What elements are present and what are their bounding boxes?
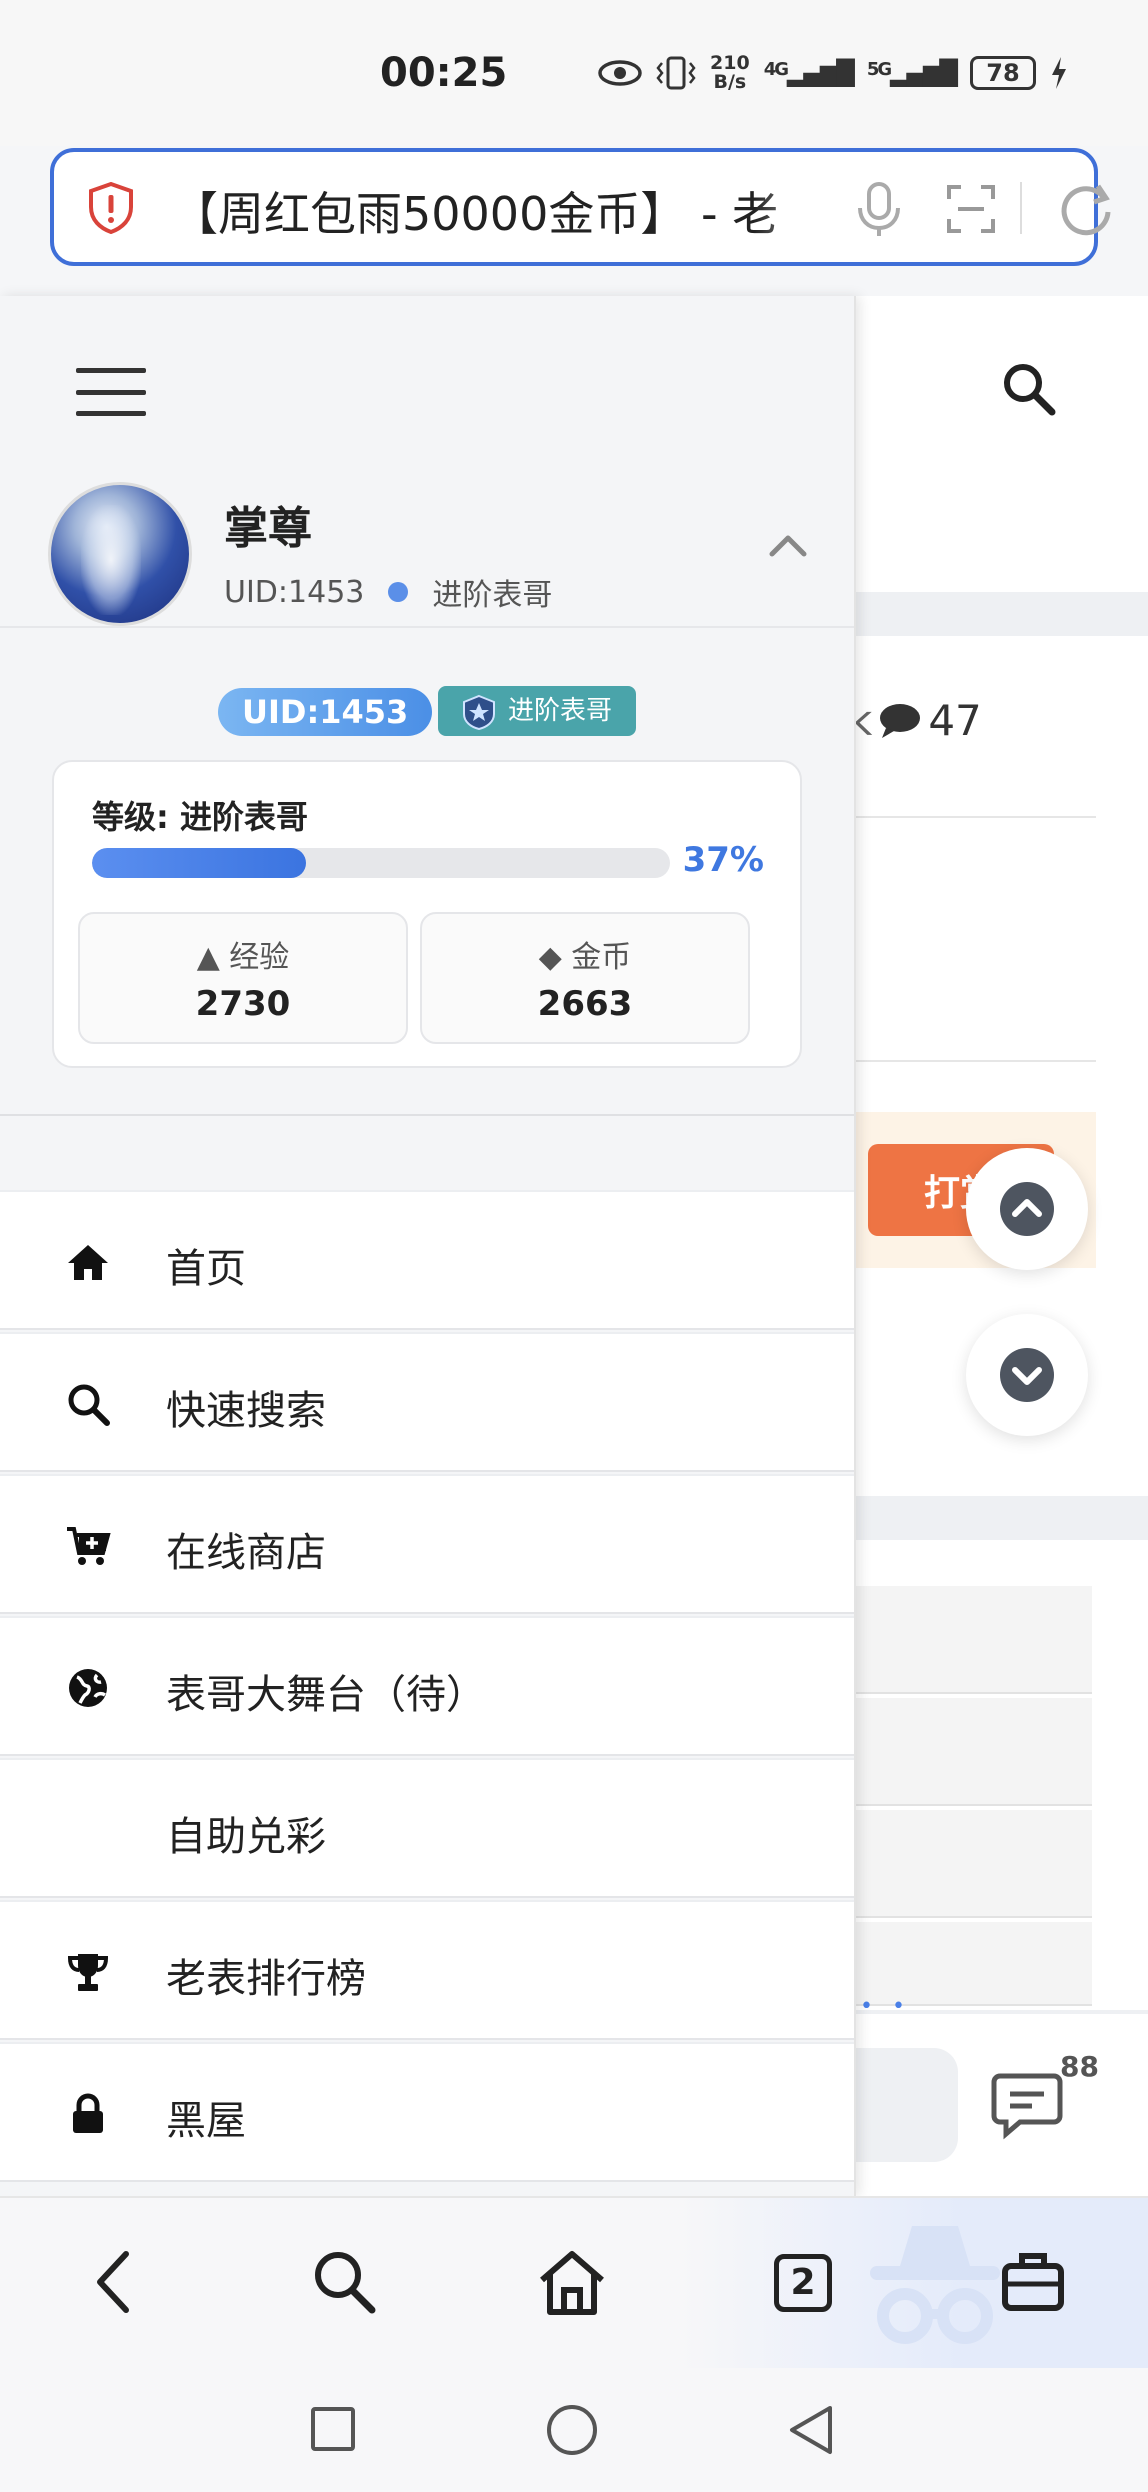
scroll-down-button[interactable] <box>966 1314 1088 1436</box>
level-progress-bar <box>92 848 670 878</box>
menu-item-label: 首页 <box>166 1246 246 1292</box>
menu-item-leaderboard[interactable]: 老表排行榜 <box>0 1900 854 2040</box>
scan-icon[interactable] <box>946 184 996 234</box>
coin-label: ◆ 金币 <box>538 940 632 975</box>
level-progress-percent: 37% <box>682 840 764 880</box>
hamburger-menu-icon[interactable] <box>76 368 146 416</box>
comment-icon <box>880 703 921 738</box>
background-header-card <box>856 296 1148 592</box>
signal-4g: 4G▂▄▆█ <box>763 59 855 87</box>
chat-badge: 88 <box>1060 2050 1099 2083</box>
signal-4g-label: 4G <box>763 59 789 80</box>
menu-item-label: 自助兑彩 <box>166 1814 326 1860</box>
section-gap <box>856 1496 1148 1540</box>
url-divider <box>1020 182 1022 234</box>
level-title: 等级: 进阶表哥 <box>92 798 308 836</box>
menu-item-blackroom[interactable]: 黑屋 <box>0 2042 854 2182</box>
battery-indicator: 78 <box>970 56 1036 90</box>
rank-badge-label: 进阶表哥 <box>508 696 613 726</box>
trophy-icon <box>64 1950 112 1994</box>
home-circle-icon[interactable] <box>546 2404 598 2456</box>
nav-menu: 首页 快速搜索 在线商店 表哥大舞台（待） 自助兑彩 老表排行榜 黑屋 <box>0 1190 854 2184</box>
browser-bottom-bar: 2 <box>0 2196 1148 2370</box>
divider-line <box>856 1060 1096 1062</box>
net-speed-unit: B/s <box>713 71 747 93</box>
coin-stat: ◆ 金币 2663 <box>420 912 750 1044</box>
menu-item-label: 老表排行榜 <box>166 1956 366 2002</box>
list-item <box>856 1698 1092 1806</box>
chat-icon[interactable] <box>990 2068 1064 2142</box>
address-bar[interactable]: 【周红包雨50000金币】 - 老 <box>50 148 1111 266</box>
globe-icon <box>64 1666 112 1710</box>
divider <box>0 626 854 628</box>
user-info: UID:1453 进阶表哥 <box>224 570 552 614</box>
list-item <box>856 1810 1092 1918</box>
eye-icon <box>598 60 642 86</box>
cart-plus-icon <box>64 1524 112 1568</box>
menu-item-quick-search[interactable]: 快速搜索 <box>0 1332 854 1472</box>
chevron-up-circle-icon <box>1000 1182 1054 1236</box>
menu-item-home[interactable]: 首页 <box>0 1190 854 1330</box>
shield-warning-icon[interactable] <box>88 182 134 234</box>
tabs-count-button[interactable]: 2 <box>774 2254 832 2312</box>
signal-5g: 5G▂▄▆█ <box>866 59 958 87</box>
briefcase-icon[interactable] <box>1000 2248 1066 2314</box>
chevron-up-icon[interactable] <box>766 532 810 560</box>
search-icon[interactable] <box>312 2248 378 2316</box>
microphone-icon[interactable] <box>854 182 904 238</box>
status-dot <box>388 582 409 602</box>
side-drawer: 掌尊 UID:1453 进阶表哥 UID:1453 进阶表哥 等级: 进阶表哥 … <box>0 296 856 2196</box>
home-icon <box>64 1240 112 1284</box>
menu-item-label: 快速搜索 <box>166 1388 326 1434</box>
rank-badge: 进阶表哥 <box>438 686 637 736</box>
level-progress-fill <box>92 848 306 878</box>
rank-emblem-icon <box>463 694 495 730</box>
system-navigation-bar <box>0 2368 1148 2492</box>
menu-item-label: 在线商店 <box>166 1530 326 1576</box>
comment-count: k 47 <box>848 696 982 745</box>
avatar[interactable] <box>48 482 192 626</box>
charging-icon <box>1052 57 1066 89</box>
user-rank: 进阶表哥 <box>432 578 553 613</box>
search-icon <box>64 1382 112 1426</box>
home-icon[interactable] <box>536 2248 608 2318</box>
menu-item-online-store[interactable]: 在线商店 <box>0 1474 854 1614</box>
level-card: 等级: 进阶表哥 37% ▲ 经验 2730 ◆ 金币 2663 <box>52 760 802 1068</box>
back-triangle-icon[interactable] <box>786 2404 836 2456</box>
lock-icon <box>64 2092 112 2136</box>
status-time: 00:25 <box>380 50 508 96</box>
chevron-down-circle-icon <box>1000 1348 1054 1402</box>
recents-icon[interactable] <box>310 2406 356 2452</box>
exp-stat: ▲ 经验 2730 <box>78 912 408 1044</box>
status-icons: 210 B/s 4G▂▄▆█ 5G▂▄▆█ 78 <box>598 54 1068 92</box>
divider <box>0 1114 854 1116</box>
user-uid: UID:1453 <box>224 574 365 610</box>
menu-item-label: 表哥大舞台（待） <box>166 1672 486 1718</box>
menu-item-label: 黑屋 <box>166 2098 246 2144</box>
url-fade <box>754 156 854 256</box>
exp-value: 2730 <box>195 984 291 1024</box>
uid-badge: UID:1453 <box>218 688 433 736</box>
scroll-up-button[interactable] <box>966 1148 1088 1270</box>
incognito-icon <box>870 2226 1000 2344</box>
status-bar: 00:25 210 B/s 4G▂▄▆█ 5G▂▄▆█ 78 <box>0 0 1148 146</box>
back-icon[interactable] <box>90 2248 138 2316</box>
vibrate-icon <box>656 56 696 90</box>
menu-item-redeem[interactable]: 自助兑彩 <box>0 1758 854 1898</box>
coin-value: 2663 <box>537 984 633 1024</box>
comment-count-value: 47 <box>928 696 982 745</box>
net-speed: 210 B/s <box>710 54 750 92</box>
menu-item-stage[interactable]: 表哥大舞台（待） <box>0 1616 854 1756</box>
divider-line <box>856 816 1096 818</box>
user-name: 掌尊 <box>224 503 312 554</box>
list-item <box>856 1586 1092 1694</box>
exp-label: ▲ 经验 <box>196 940 290 975</box>
url-text[interactable]: 【周红包雨50000金币】 - 老 <box>172 178 842 244</box>
signal-5g-label: 5G <box>866 59 892 80</box>
page-search-icon[interactable] <box>1000 360 1056 416</box>
reply-input[interactable] <box>856 2048 958 2162</box>
reload-icon[interactable] <box>1058 180 1114 236</box>
